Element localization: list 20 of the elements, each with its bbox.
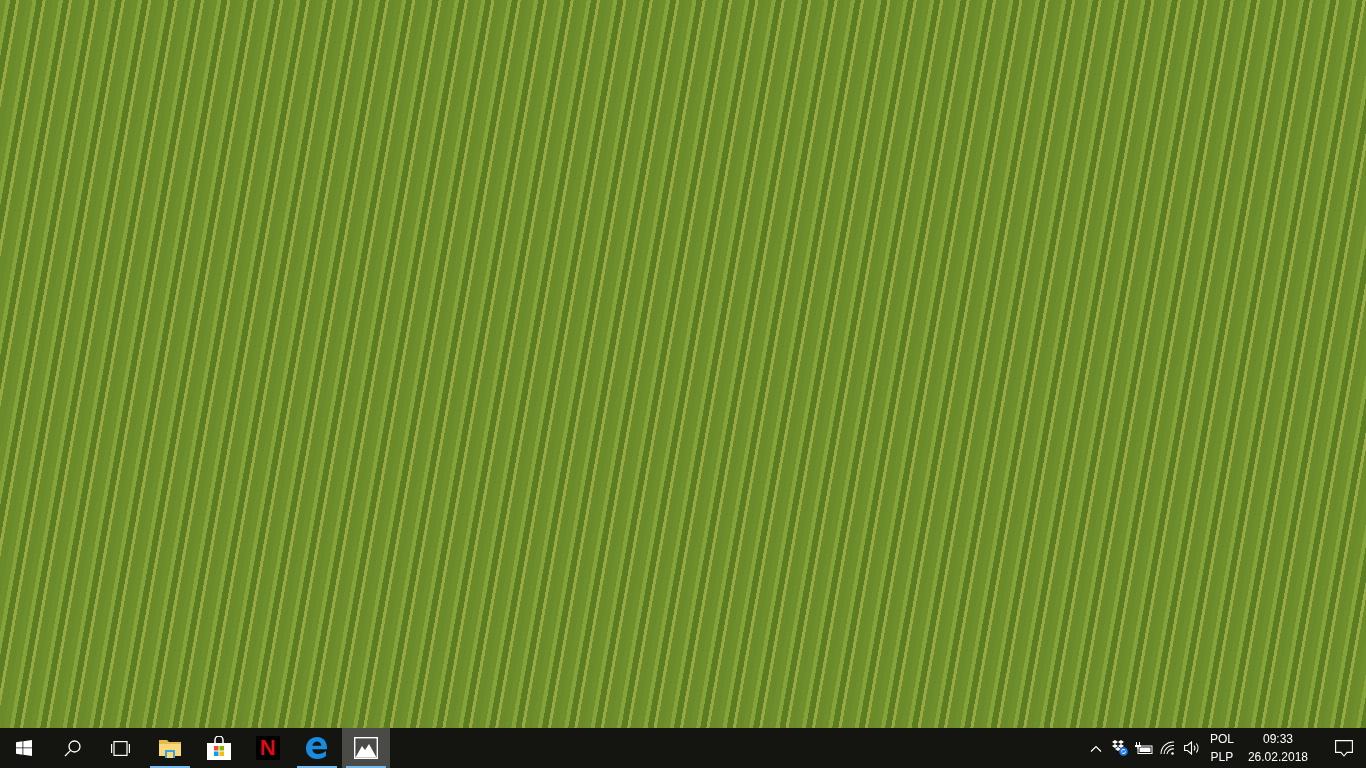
notification-icon[interactable] (1335, 739, 1353, 757)
language-indicator[interactable]: POL (1209, 730, 1234, 748)
mountain-picture-button[interactable] (342, 728, 390, 768)
clock-time[interactable]: 09:33 (1262, 730, 1293, 748)
start-icon (16, 740, 32, 756)
speaker-icon[interactable] (1183, 741, 1200, 755)
language-indicator[interactable]: PLP (1210, 748, 1234, 766)
battery-plug-icon[interactable] (1134, 742, 1153, 754)
search-icon (63, 739, 81, 757)
app-button[interactable]: N (244, 728, 292, 768)
clock-date[interactable]: 26.02.2018 (1247, 748, 1308, 766)
chevron-up-icon[interactable] (1089, 744, 1102, 752)
mountain-picture-icon (354, 737, 378, 759)
letter-e-icon (306, 737, 328, 759)
wifi-icon[interactable] (1160, 741, 1176, 755)
task-view-icon (109, 740, 131, 756)
letter-n-icon: N (256, 736, 280, 760)
sync-cloud-icon[interactable] (1111, 740, 1128, 756)
shopping-bag-icon (207, 736, 231, 760)
folder-icon (159, 738, 181, 758)
